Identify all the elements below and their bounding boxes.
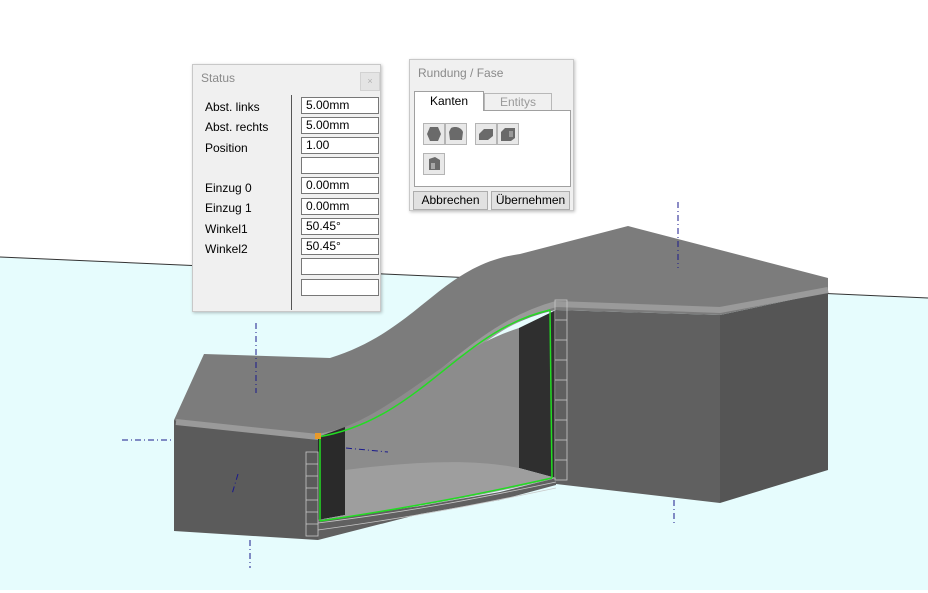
input-empty-3[interactable] [301,279,379,296]
input-einzug-0[interactable]: 0.00mm [301,177,379,194]
input-abst-rechts[interactable]: 5.00mm [301,117,379,134]
label-winkel2: Winkel2 [205,242,248,256]
label-einzug-1: Einzug 1 [205,201,252,215]
status-panel-title: Status [201,71,236,85]
input-einzug-1[interactable]: 0.00mm [301,198,379,215]
fillet-panel-title: Rundung / Fase [418,66,504,80]
chamfer-edge-icon[interactable] [475,123,497,145]
column-divider [291,95,292,310]
tab-kanten[interactable]: Kanten [414,91,484,111]
label-abst-links: Abst. links [205,100,260,114]
chamfer-face-icon[interactable] [497,123,519,145]
input-winkel2[interactable]: 50.45° [301,238,379,255]
tab-content [414,110,571,187]
input-empty-2[interactable] [301,258,379,275]
status-panel[interactable]: Status × Abst. links 5.00mm Abst. rechts… [192,64,381,312]
input-winkel1[interactable]: 50.45° [301,218,379,235]
label-winkel1: Winkel1 [205,222,248,236]
fillet-edge-icon[interactable] [423,123,445,145]
fillet-chamfer-panel[interactable]: Rundung / Fase Kanten Entitys Abbrechen … [409,59,574,211]
label-einzug-0: Einzug 0 [205,181,252,195]
fillet-solid-icon[interactable] [423,153,445,175]
right-front-face [556,310,720,503]
cancel-button[interactable]: Abbrechen [413,191,488,210]
input-position[interactable]: 1.00 [301,137,379,154]
right-side-face [720,292,828,503]
inner-back-wall [318,427,345,520]
input-empty-1[interactable] [301,157,379,174]
fillet-face-icon[interactable] [445,123,467,145]
input-abst-links[interactable]: 5.00mm [301,97,379,114]
front-face-left [174,420,318,540]
close-icon[interactable]: × [360,72,380,91]
apply-button[interactable]: Übernehmen [491,191,570,210]
corner-marker [315,433,321,439]
label-abst-rechts: Abst. rechts [205,120,269,134]
label-position: Position [205,141,248,155]
